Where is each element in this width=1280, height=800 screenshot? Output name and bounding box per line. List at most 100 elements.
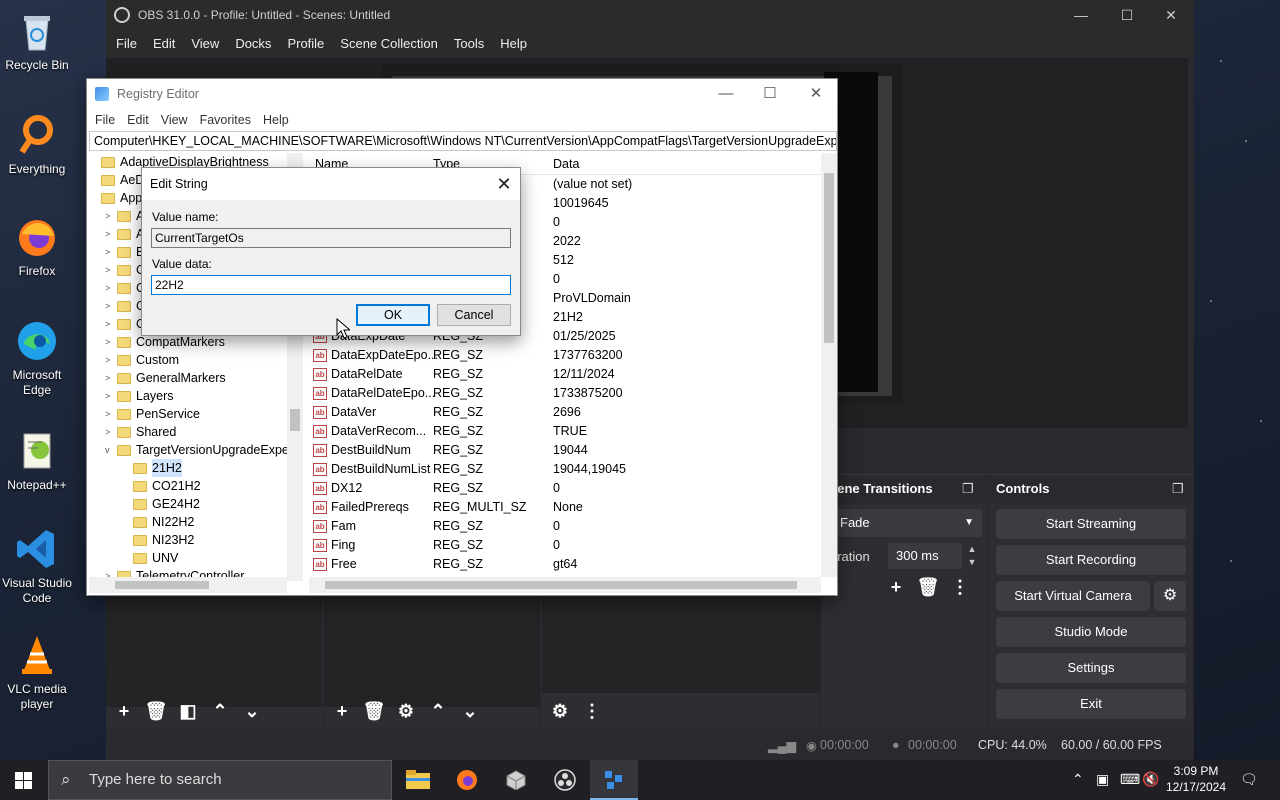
registry-value-row[interactable]: ab DestBuildNumList REG_SZ 19044,19045 — [309, 460, 821, 479]
desktop-icon-everything[interactable]: Everything — [0, 112, 74, 177]
studio-mode-button[interactable]: Studio Mode — [996, 617, 1186, 647]
tree-node[interactable]: > PenService — [105, 405, 200, 423]
tree-horizontal-scrollbar[interactable] — [89, 577, 287, 593]
regedit-close-button[interactable]: ✕ — [793, 79, 839, 109]
tree-expander-icon[interactable]: > — [105, 351, 115, 369]
column-header-data[interactable]: Data — [553, 153, 579, 175]
registry-value-row[interactable]: ab DataRelDate REG_SZ 12/11/2024 — [309, 365, 821, 384]
add-source-icon[interactable]: + — [328, 699, 356, 723]
virtual-camera-settings-gear-icon[interactable]: ⚙ — [1154, 581, 1186, 611]
tree-node[interactable]: > Shared — [105, 423, 176, 441]
sources-list[interactable] — [324, 597, 540, 707]
undock-icon[interactable]: ❐ — [962, 481, 974, 497]
audio-mixer-menu-icon[interactable]: ⋮ — [578, 699, 606, 723]
tree-node[interactable]: UNV — [121, 549, 178, 567]
tray-app-icon[interactable]: ▣ — [1096, 771, 1109, 788]
remove-scene-icon[interactable]: 🗑 — [142, 699, 170, 723]
obs-menu-docks[interactable]: Docks — [227, 36, 279, 51]
tree-node[interactable]: GE24H2 — [121, 495, 200, 513]
tree-expander-icon[interactable]: v — [105, 441, 115, 459]
remove-transition-icon[interactable]: 🗑 — [914, 575, 942, 599]
registry-value-row[interactable]: ab DataExpDateEpo... REG_SZ 1737763200 — [309, 346, 821, 365]
registry-value-row[interactable]: ab DataVerRecom... REG_SZ TRUE — [309, 422, 821, 441]
tree-expander-icon[interactable]: > — [105, 315, 115, 333]
regedit-menu-file[interactable]: File — [89, 113, 121, 127]
tree-expander-icon[interactable]: > — [105, 297, 115, 315]
notifications-icon[interactable]: 🗨 — [1240, 771, 1258, 788]
tree-node[interactable]: v TargetVersionUpgradeExperienceIndicator… — [105, 441, 303, 459]
registry-value-row[interactable]: ab DataVer REG_SZ 2696 — [309, 403, 821, 422]
regedit-menu-edit[interactable]: Edit — [121, 113, 155, 127]
ok-button[interactable]: OK — [356, 304, 430, 326]
tree-node[interactable]: CO21H2 — [121, 477, 201, 495]
move-source-down-icon[interactable]: ⌄ — [456, 699, 484, 723]
add-scene-icon[interactable]: + — [110, 699, 138, 723]
regedit-menu-favorites[interactable]: Favorites — [194, 113, 257, 127]
tree-expander-icon[interactable]: > — [105, 333, 115, 351]
registry-value-row[interactable]: ab DataRelDateEpo... REG_SZ 1733875200 — [309, 384, 821, 403]
taskbar-package-app[interactable] — [492, 760, 540, 800]
obs-menu-file[interactable]: File — [108, 36, 145, 51]
taskbar-search-box[interactable]: ⌕ Type here to search — [48, 760, 392, 800]
dialog-close-button[interactable]: ✕ — [488, 168, 520, 200]
obs-close-button[interactable]: ✕ — [1148, 0, 1194, 30]
desktop-icon-vlc[interactable]: VLC media player — [0, 632, 74, 712]
tree-expander-icon[interactable]: > — [105, 243, 115, 261]
obs-menu-edit[interactable]: Edit — [145, 36, 183, 51]
move-source-up-icon[interactable]: ⌃ — [424, 699, 452, 723]
taskbar-clock[interactable]: 3:09 PM 12/17/2024 — [1162, 763, 1230, 795]
desktop-icon-recycle-bin[interactable]: Recycle Bin — [0, 8, 74, 73]
taskbar-firefox[interactable] — [443, 760, 491, 800]
tree-node[interactable]: 21H2 — [121, 459, 182, 477]
tree-expander-icon[interactable]: > — [105, 423, 115, 441]
registry-value-row[interactable]: ab DX12 REG_SZ 0 — [309, 479, 821, 498]
value-name-field[interactable]: CurrentTargetOs — [151, 228, 511, 248]
registry-value-row[interactable]: ab Free REG_SZ gt64 — [309, 555, 821, 574]
scrollbar-thumb[interactable] — [824, 173, 834, 343]
move-scene-up-icon[interactable]: ⌃ — [206, 699, 234, 723]
regedit-maximize-button[interactable]: ☐ — [747, 79, 793, 109]
duration-stepper[interactable]: ▲ ▼ — [964, 543, 980, 569]
exit-button[interactable]: Exit — [996, 689, 1186, 719]
desktop-icon-notepadpp[interactable]: Notepad++ — [0, 428, 74, 493]
tree-node[interactable]: NI22H2 — [121, 513, 194, 531]
desktop-icon-edge[interactable]: Microsoft Edge — [0, 318, 74, 398]
scenes-list[interactable] — [106, 597, 322, 707]
registry-value-row[interactable]: ab Fam REG_SZ 0 — [309, 517, 821, 536]
registry-value-row[interactable]: ab Fing REG_SZ 0 — [309, 536, 821, 555]
obs-menu-help[interactable]: Help — [492, 36, 535, 51]
taskbar-registry-editor[interactable] — [590, 760, 638, 800]
taskbar-obs[interactable] — [541, 760, 589, 800]
start-streaming-button[interactable]: Start Streaming — [996, 509, 1186, 539]
registry-value-row[interactable]: ab FailedPrereqs REG_MULTI_SZ None — [309, 498, 821, 517]
registry-address-bar[interactable]: Computer\HKEY_LOCAL_MACHINE\SOFTWARE\Mic… — [89, 131, 837, 151]
values-horizontal-scrollbar[interactable] — [309, 577, 821, 593]
settings-button[interactable]: Settings — [996, 653, 1186, 683]
values-vertical-scrollbar[interactable] — [821, 153, 837, 577]
regedit-menu-help[interactable]: Help — [257, 113, 295, 127]
obs-menu-view[interactable]: View — [183, 36, 227, 51]
obs-menu-profile[interactable]: Profile — [279, 36, 332, 51]
move-scene-down-icon[interactable]: ⌄ — [238, 699, 266, 723]
volume-muted-icon[interactable]: 🔇 — [1142, 771, 1159, 788]
taskbar-file-explorer[interactable] — [394, 760, 442, 800]
duration-input[interactable]: 300 ms — [888, 543, 962, 569]
obs-menu-tools[interactable]: Tools — [446, 36, 492, 51]
tree-expander-icon[interactable]: > — [105, 387, 115, 405]
scrollbar-thumb[interactable] — [325, 581, 797, 589]
source-properties-gear-icon[interactable]: ⚙ — [392, 699, 420, 723]
start-virtual-camera-button[interactable]: Start Virtual Camera — [996, 581, 1150, 611]
start-button[interactable] — [0, 760, 48, 800]
cancel-button[interactable]: Cancel — [437, 304, 511, 326]
tree-node[interactable]: NI23H2 — [121, 531, 194, 549]
show-hidden-icons-chevron-icon[interactable]: ⌃ — [1072, 771, 1084, 788]
regedit-minimize-button[interactable]: — — [703, 79, 749, 109]
tree-expander-icon[interactable]: > — [105, 369, 115, 387]
remove-source-icon[interactable]: 🗑 — [360, 699, 388, 723]
scrollbar-thumb[interactable] — [290, 409, 300, 431]
tree-expander-icon[interactable]: > — [105, 405, 115, 423]
transition-menu-icon[interactable]: ⋮ — [946, 575, 974, 599]
network-icon[interactable]: ⌨ — [1120, 771, 1140, 788]
obs-maximize-button[interactable]: ☐ — [1104, 0, 1150, 30]
tree-node[interactable]: > Custom — [105, 351, 179, 369]
